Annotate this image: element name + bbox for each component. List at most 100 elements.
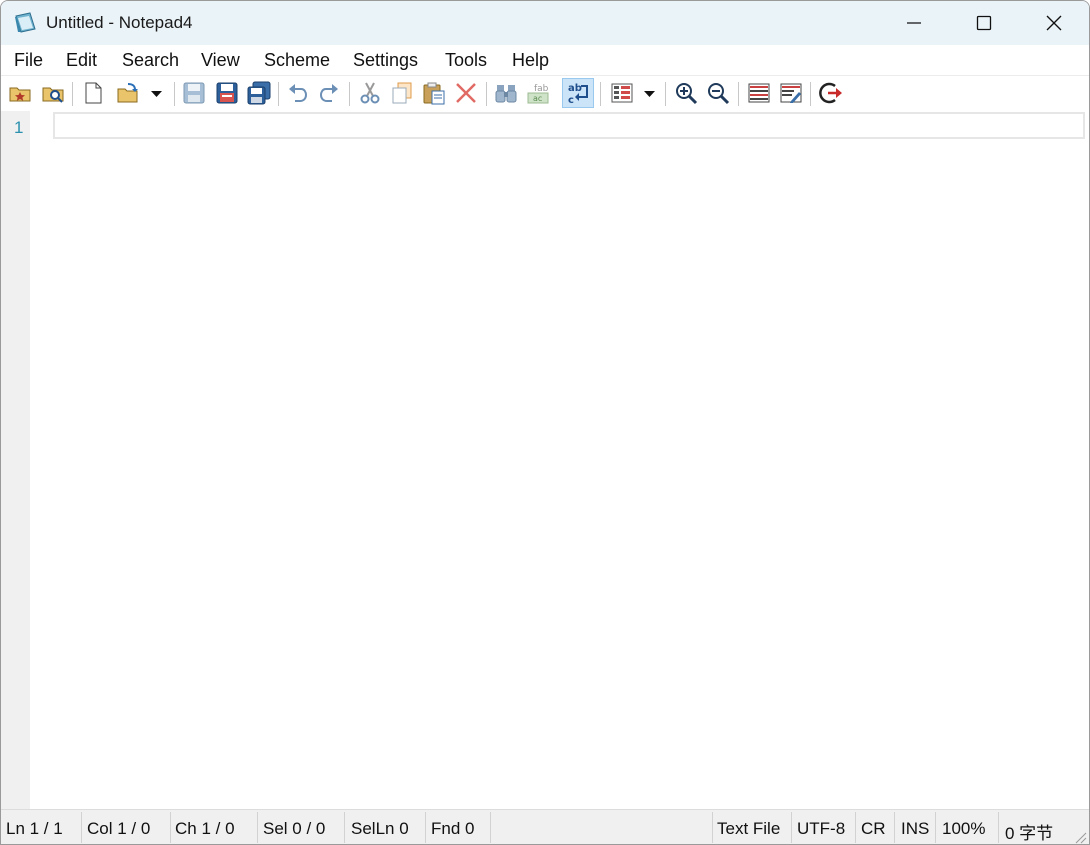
status-zoom[interactable]: 100%: [942, 819, 985, 839]
browse-icon: [42, 87, 64, 103]
current-line-highlight[interactable]: [53, 112, 1085, 139]
status-separator: [490, 812, 491, 843]
edit-settings-button[interactable]: [777, 79, 805, 107]
status-separator: [257, 812, 258, 843]
status-separator: [855, 812, 856, 843]
close-icon: [1046, 15, 1062, 31]
status-insert-mode[interactable]: INS: [901, 819, 929, 839]
dropdown-arrow-icon: [151, 91, 162, 97]
line-number-gutter: 1: [1, 111, 30, 809]
resize-grip-icon[interactable]: [1073, 830, 1087, 844]
exit-button[interactable]: [817, 79, 845, 107]
dropdown-arrow-icon: [644, 91, 655, 97]
new-file-button[interactable]: [79, 79, 107, 107]
open-dropdown-button[interactable]: [145, 79, 169, 107]
toolbar-separator: [665, 82, 666, 106]
cut-icon: [360, 82, 380, 104]
svg-text:ac: ac: [533, 94, 542, 103]
replace-icon: fab ac: [527, 84, 549, 104]
zoom-out-button[interactable]: [704, 79, 732, 107]
zoom-in-button[interactable]: [672, 79, 700, 107]
editor-area[interactable]: 1: [1, 111, 1089, 809]
status-character[interactable]: Ch 1 / 0: [175, 819, 235, 839]
app-window: Untitled - Notepad4 File Edit Search Vie…: [0, 0, 1090, 845]
status-separator: [791, 812, 792, 843]
copy-button[interactable]: [388, 79, 416, 107]
toolbar-separator: [486, 82, 487, 106]
delete-button[interactable]: [452, 79, 480, 107]
toolbar-separator: [174, 82, 175, 106]
paste-icon: [423, 82, 445, 105]
menu-tools[interactable]: Tools: [445, 50, 487, 71]
toolbar-separator: [738, 82, 739, 106]
toolbar-separator: [72, 82, 73, 106]
status-file-type[interactable]: Text File: [717, 819, 780, 839]
svg-text:ab: ab: [568, 83, 582, 94]
window-title: Untitled - Notepad4: [46, 13, 193, 32]
toolbar-separator: [810, 82, 811, 106]
open-file-icon: [117, 83, 138, 103]
status-separator: [344, 812, 345, 843]
status-line-ending[interactable]: CR: [861, 819, 886, 839]
menu-search[interactable]: Search: [122, 50, 179, 71]
notepad-app-icon: [13, 11, 39, 35]
status-separator: [170, 812, 171, 843]
scheme-icon: [611, 83, 633, 103]
status-encoding[interactable]: UTF-8: [797, 819, 845, 839]
svg-text:c: c: [568, 95, 574, 106]
status-find-count[interactable]: Fnd 0: [431, 819, 474, 839]
edit-settings-icon: [780, 83, 802, 103]
line-number: 1: [14, 118, 24, 137]
redo-button[interactable]: [315, 79, 343, 107]
paste-button[interactable]: [420, 79, 448, 107]
minimize-button[interactable]: [879, 1, 949, 45]
replace-button[interactable]: fab ac: [524, 79, 552, 107]
word-wrap-button[interactable]: ab c: [562, 78, 594, 108]
status-selection[interactable]: Sel 0 / 0: [263, 819, 325, 839]
close-button[interactable]: [1019, 1, 1089, 45]
status-separator: [935, 812, 936, 843]
favorites-open-icon: [9, 87, 31, 102]
save-as-button[interactable]: [213, 79, 241, 107]
status-selected-lines[interactable]: SelLn 0: [351, 819, 409, 839]
status-separator: [998, 812, 999, 843]
save-copy-button[interactable]: [245, 79, 273, 107]
save-button[interactable]: [180, 79, 208, 107]
menu-help[interactable]: Help: [512, 50, 549, 71]
zoom-out-icon: [708, 83, 730, 105]
maximize-button[interactable]: [949, 1, 1019, 45]
delete-icon: [456, 83, 476, 103]
scheme-button[interactable]: [608, 79, 636, 107]
copy-icon: [392, 82, 412, 104]
save-as-icon: [216, 82, 238, 104]
menu-view[interactable]: View: [201, 50, 240, 71]
status-line[interactable]: Ln 1 / 1: [6, 819, 63, 839]
undo-icon: [289, 84, 308, 102]
favorites-button[interactable]: [6, 79, 34, 107]
browse-button[interactable]: [39, 79, 67, 107]
word-wrap-icon: ab c: [568, 83, 588, 106]
status-column[interactable]: Col 1 / 0: [87, 819, 150, 839]
scheme-dropdown-button[interactable]: [638, 79, 662, 107]
open-file-button[interactable]: [114, 79, 142, 107]
menu-edit[interactable]: Edit: [66, 50, 97, 71]
exit-icon: [819, 82, 842, 104]
toolbar-separator: [600, 82, 601, 106]
menu-settings[interactable]: Settings: [353, 50, 418, 71]
zoom-in-icon: [676, 83, 698, 105]
settings-button[interactable]: [745, 79, 773, 107]
menu-scheme[interactable]: Scheme: [264, 50, 330, 71]
toolbar: fab ac ab c: [1, 75, 1089, 112]
menu-file[interactable]: File: [14, 50, 43, 71]
find-button[interactable]: [492, 79, 520, 107]
undo-button[interactable]: [284, 79, 312, 107]
find-icon: [495, 85, 517, 103]
title-bar[interactable]: Untitled - Notepad4: [1, 1, 1089, 45]
cut-button[interactable]: [356, 79, 384, 107]
status-separator: [425, 812, 426, 843]
toolbar-separator: [349, 82, 350, 106]
save-copy-icon: [247, 81, 271, 105]
minimize-icon: [907, 22, 921, 24]
settings-icon: [748, 83, 770, 103]
status-bar: Ln 1 / 1 Col 1 / 0 Ch 1 / 0 Sel 0 / 0 Se…: [1, 809, 1089, 844]
